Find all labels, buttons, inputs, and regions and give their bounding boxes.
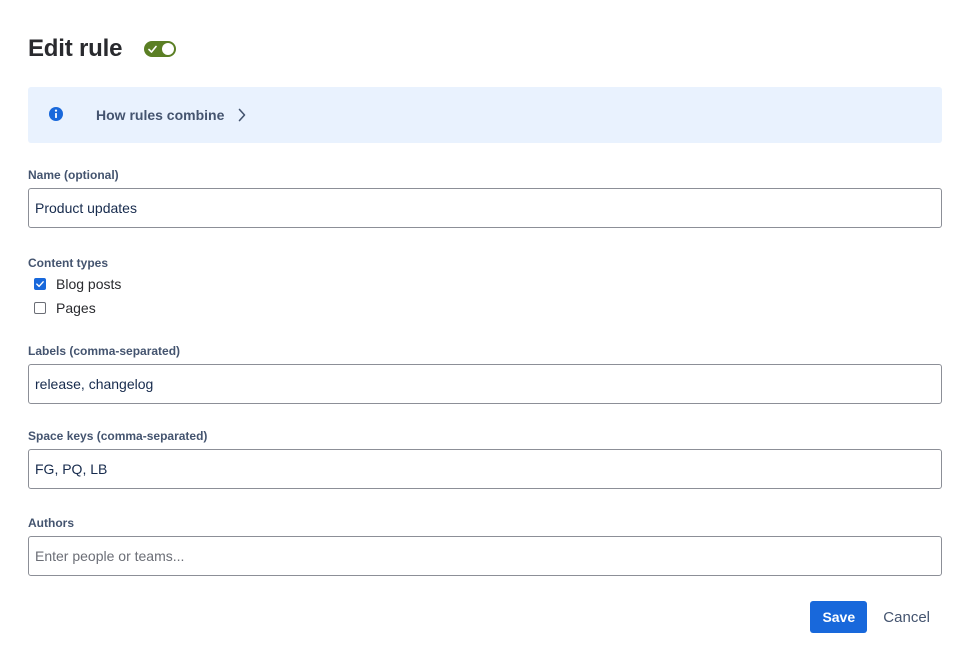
how-rules-combine-link[interactable]: How rules combine bbox=[96, 107, 246, 123]
check-icon bbox=[148, 45, 158, 53]
labels-field-group: Labels (comma-separated) bbox=[28, 344, 942, 404]
toggle-knob bbox=[162, 43, 175, 55]
content-types-label: Content types bbox=[28, 256, 109, 270]
info-icon bbox=[48, 106, 64, 122]
content-types-group: Content types Blog posts Pages bbox=[28, 256, 942, 320]
authors-field-group: Authors bbox=[28, 516, 942, 576]
name-label: Name (optional) bbox=[28, 168, 119, 182]
pages-label[interactable]: Pages bbox=[56, 300, 96, 316]
how-rules-combine-text: How rules combine bbox=[96, 107, 225, 123]
edit-rule-page: Edit rule How rules combine Name (option… bbox=[0, 0, 975, 662]
form-actions: Save Cancel bbox=[810, 601, 942, 633]
cancel-button[interactable]: Cancel bbox=[871, 601, 942, 633]
pages-checkbox[interactable] bbox=[34, 302, 46, 314]
name-input[interactable] bbox=[28, 188, 942, 228]
space-keys-label: Space keys (comma-separated) bbox=[28, 429, 208, 443]
rule-enabled-toggle[interactable] bbox=[144, 41, 177, 57]
content-type-blog-posts[interactable]: Blog posts bbox=[28, 272, 942, 296]
save-button[interactable]: Save bbox=[810, 601, 868, 633]
content-type-pages[interactable]: Pages bbox=[28, 296, 942, 320]
labels-label: Labels (comma-separated) bbox=[28, 344, 181, 358]
blog-posts-label[interactable]: Blog posts bbox=[56, 276, 121, 292]
authors-label: Authors bbox=[28, 516, 74, 530]
space-keys-field-group: Space keys (comma-separated) bbox=[28, 429, 942, 489]
header: Edit rule bbox=[28, 0, 942, 98]
chevron-right-icon bbox=[238, 108, 246, 122]
name-field-group: Name (optional) bbox=[28, 168, 942, 228]
labels-input[interactable] bbox=[28, 364, 942, 404]
info-banner: How rules combine bbox=[28, 87, 942, 143]
checkmark-icon bbox=[36, 281, 44, 288]
space-keys-input[interactable] bbox=[28, 449, 942, 489]
authors-input[interactable] bbox=[28, 536, 942, 576]
blog-posts-checkbox[interactable] bbox=[34, 278, 46, 290]
page-title: Edit rule bbox=[28, 35, 123, 62]
